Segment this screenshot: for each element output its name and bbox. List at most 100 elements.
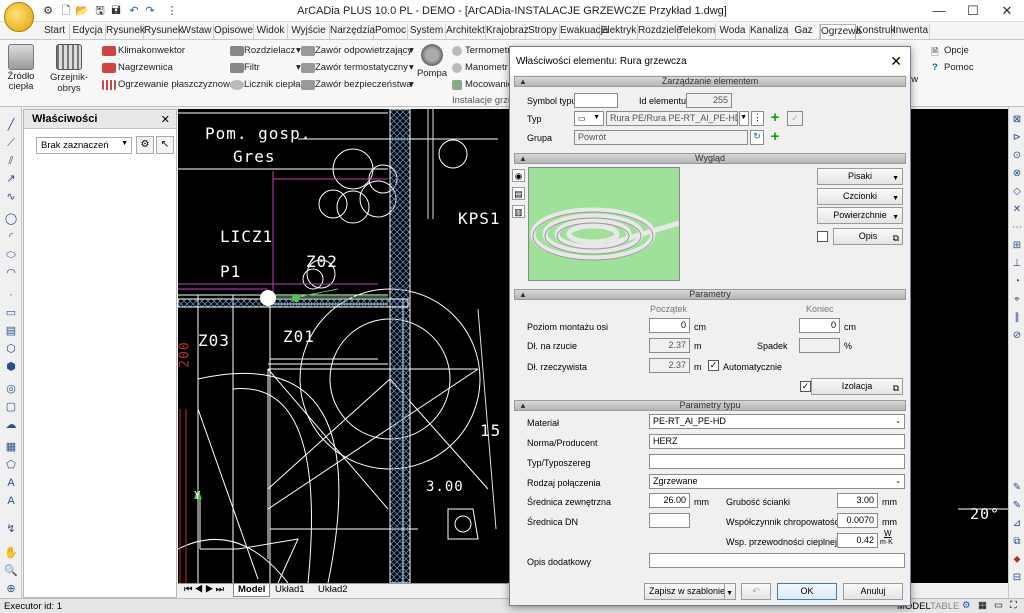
section-manage[interactable]: ▲ Zarządzanie elementem — [514, 76, 906, 87]
section-params[interactable]: ▲ Parametry — [514, 289, 906, 300]
ray-tool-icon[interactable]: ↗ — [3, 171, 19, 187]
grid-status-icon[interactable]: ▦ — [978, 600, 987, 611]
snap-insert-icon[interactable]: ⊞ — [1010, 239, 1024, 253]
zoom-window-icon[interactable]: ⊕ — [3, 581, 19, 597]
tab-3[interactable]: Rysunek — [144, 24, 183, 39]
wipeout-tool-icon[interactable]: ▢ — [3, 399, 19, 415]
tab-22[interactable]: Konstruk — [856, 24, 895, 39]
tab-19[interactable]: Kanaliza — [750, 24, 788, 39]
tab-12[interactable]: Krajobraz — [486, 24, 529, 39]
text-tool-icon[interactable]: A — [3, 475, 19, 491]
pisaki-button[interactable]: Pisaki ▼ — [817, 168, 903, 185]
type-icon-dropdown[interactable]: ▭ ▼ — [574, 111, 604, 126]
tab-20[interactable]: Gaz — [788, 24, 820, 39]
chropowatosc-input[interactable]: 0.0070 — [837, 513, 878, 528]
maximize-button[interactable]: ☐ — [956, 0, 990, 22]
zawor-odpowietrzajacy-button[interactable]: Zawór odpowietrzający — [315, 45, 412, 56]
zawor-bezpieczenstwa-button[interactable]: Zawór bezpieczeństwa — [315, 79, 412, 90]
snap-midpoint-icon[interactable]: ⊳ — [1010, 131, 1024, 145]
tab-8[interactable]: Narzędzia — [330, 24, 375, 39]
save-template-button[interactable]: Zapisz w szablonie — [644, 583, 736, 600]
color-icon[interactable]: ⬥ — [1010, 553, 1024, 567]
grzejnik-obrys-button[interactable]: Grzejnik-obrys — [40, 44, 98, 94]
edit-pencil-icon[interactable]: ✎ — [1010, 481, 1024, 495]
snap-node-icon[interactable]: ⊗ — [1010, 167, 1024, 181]
properties-close-icon[interactable]: ✕ — [161, 113, 170, 126]
snap-none-icon[interactable]: ⊘ — [1010, 329, 1024, 343]
quick-select-icon[interactable]: ⚙ — [136, 136, 154, 154]
circle-tool-icon[interactable]: ◯ — [3, 211, 19, 227]
filtr-button[interactable]: Filtr — [244, 62, 260, 73]
zawor-term-dropdown-icon[interactable]: ▾ — [409, 62, 414, 73]
model-tab[interactable]: Model — [233, 584, 271, 597]
point-tool-icon[interactable]: · — [3, 287, 19, 303]
zoom-icon[interactable]: 🔍 — [3, 563, 19, 579]
czcionki-button[interactable]: Czcionki ▼ — [817, 188, 903, 205]
snap-nearest-icon[interactable]: ⌖ — [1010, 293, 1024, 307]
spline-tool-icon[interactable]: ∿ — [3, 189, 19, 205]
ogrzewanie-plaszczyznowe-button[interactable]: Ogrzewanie płaszczyznowe — [118, 79, 235, 90]
tab-14[interactable]: Ewakuacja — [560, 24, 608, 39]
snap-tangent-icon[interactable]: ◔ — [1010, 275, 1024, 289]
zrodlo-ciepla-button[interactable]: Źródło ciepła — [4, 44, 38, 92]
manometr-button[interactable]: Manometr — [465, 62, 508, 73]
tab-5[interactable]: Opisowe — [214, 24, 254, 39]
nagrzewnica-button[interactable]: Nagrzewnica — [118, 62, 173, 73]
rodzaj-select[interactable]: Zgrzewane ⌄ — [649, 474, 905, 489]
settings-status-icon[interactable]: ⚙ — [962, 600, 971, 611]
snap-parallel-icon[interactable]: ∥ — [1010, 311, 1024, 325]
type-edit-icon[interactable]: ⋮ — [751, 111, 764, 126]
snap-center-icon[interactable]: ⊙ — [1010, 149, 1024, 163]
termometr-button[interactable]: Termometr — [465, 45, 510, 56]
tab-23[interactable]: Inwenta — [892, 24, 930, 39]
rectangle-tool-icon[interactable]: ▭ — [3, 305, 19, 321]
block-tool-icon[interactable]: ⬠ — [3, 457, 19, 473]
line-tool-icon[interactable]: ╱ — [3, 117, 19, 133]
add-group-icon[interactable]: + — [767, 129, 783, 145]
hatch-tool-icon[interactable]: ▤ — [3, 323, 19, 339]
view-3d-icon[interactable]: ◉ — [512, 169, 525, 182]
zawor-odp-dropdown-icon[interactable]: ▾ — [409, 45, 414, 56]
layout-nav-arrows-icon[interactable]: ⏮◀▶⏭ — [180, 584, 230, 597]
multiline-tool-icon[interactable]: ⫽ — [3, 153, 19, 169]
region-tool-icon[interactable]: ⬢ — [3, 359, 19, 375]
opis-button[interactable]: Opis ⧉ — [833, 228, 903, 245]
uklad2-tab[interactable]: Układ2 — [314, 584, 352, 597]
selection-dropdown[interactable]: Brak zaznaczeń ▼ — [36, 137, 132, 154]
snap-extension-icon[interactable]: ⋯ — [1010, 221, 1024, 235]
tab-18[interactable]: Woda — [716, 24, 750, 39]
pomoc-button[interactable]: Pomoc — [944, 62, 974, 73]
tab-13[interactable]: Stropy — [526, 24, 560, 39]
measure-icon[interactable]: ⊿ — [1010, 517, 1024, 531]
donut-tool-icon[interactable]: ◎ — [3, 381, 19, 397]
tab-21[interactable]: Ogrzewa — [820, 24, 861, 39]
tab-16[interactable]: Rozdziele — [638, 24, 682, 39]
table-tool-icon[interactable]: ▦ — [3, 439, 19, 455]
licznik-ciepla-button[interactable]: Licznik ciepła — [244, 79, 301, 90]
tab-4[interactable]: Wstaw — [180, 24, 214, 39]
srednica-zew-input[interactable]: 26.00 — [649, 493, 690, 508]
powierzchnie-button[interactable]: Powierzchnie ▼ — [817, 207, 903, 224]
tab-15[interactable]: Elektryk — [600, 24, 638, 39]
opis-checkbox[interactable] — [817, 231, 828, 242]
snap-quadrant-icon[interactable]: ◇ — [1010, 185, 1024, 199]
view-section-icon[interactable]: ▥ — [512, 205, 525, 218]
tab-17[interactable]: Telekom — [678, 24, 716, 39]
tab-10[interactable]: System — [408, 24, 446, 39]
polygon-tool-icon[interactable]: ⬡ — [3, 341, 19, 357]
edit-pencil2-icon[interactable]: ✎ — [1010, 499, 1024, 513]
automatycznie-checkbox[interactable]: ✓ — [708, 360, 719, 371]
snap-endpoint-icon[interactable]: ⊠ — [1010, 113, 1024, 127]
tab-0[interactable]: Start — [40, 24, 70, 39]
app-logo-icon[interactable] — [4, 2, 34, 32]
save-template-dropdown[interactable]: ▼ — [724, 583, 736, 600]
section-type-params[interactable]: ▲ Parametry typu — [514, 400, 906, 411]
grubosc-input[interactable]: 3.00 — [837, 493, 878, 508]
tab-7[interactable]: Wyjście — [288, 24, 330, 39]
pompa-button[interactable]: Pompa — [416, 44, 448, 79]
opis-dodatkowy-input[interactable] — [649, 553, 905, 568]
layer-icon[interactable]: ⧉ — [1010, 535, 1024, 549]
uklad1-tab[interactable]: Układ1 — [271, 584, 309, 597]
mtext-tool-icon[interactable]: A — [3, 493, 19, 509]
view-plan-icon[interactable]: ▤ — [512, 187, 525, 200]
